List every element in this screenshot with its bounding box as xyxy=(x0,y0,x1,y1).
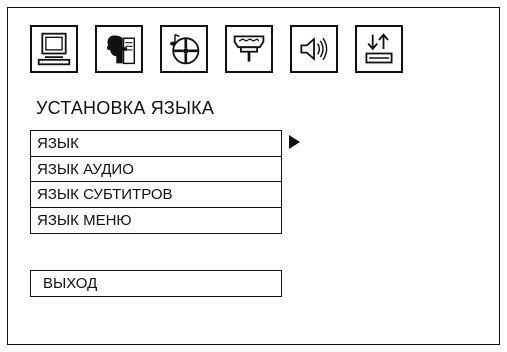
menu-item-subtitle-language[interactable]: ЯЗЫК СУБТИТРОВ xyxy=(30,181,282,208)
monitor-icon xyxy=(37,32,71,66)
preferences-icon xyxy=(365,33,393,64)
menu-item-language[interactable]: ЯЗЫК xyxy=(30,130,282,157)
selection-arrow-icon xyxy=(289,135,300,149)
tab-video[interactable] xyxy=(225,25,273,73)
tab-sound[interactable] xyxy=(290,25,338,73)
speaker-connector-icon xyxy=(233,35,265,62)
menu-item-audio-language[interactable]: ЯЗЫК АУДИО xyxy=(30,155,282,183)
language-speaker-icon xyxy=(106,35,136,65)
tab-system[interactable] xyxy=(30,25,78,73)
page-title: УСТАНОВКА ЯЗЫКА xyxy=(36,98,215,118)
language-menu: ЯЗЫК ЯЗЫК АУДИО ЯЗЫК СУБТИТРОВ ЯЗЫК МЕНЮ xyxy=(30,130,282,234)
exit-button[interactable]: ВЫХОД xyxy=(30,270,282,297)
disc-music-icon xyxy=(170,33,200,65)
tab-audio-disc[interactable] xyxy=(160,25,208,73)
volume-icon xyxy=(300,37,328,61)
tab-preferences[interactable] xyxy=(355,25,403,73)
tab-language[interactable] xyxy=(95,25,143,73)
menu-item-menu-language[interactable]: ЯЗЫК МЕНЮ xyxy=(30,206,282,234)
settings-screen: УСТАНОВКА ЯЗЫКА ЯЗЫК ЯЗЫК АУДИО ЯЗЫК СУБ… xyxy=(7,7,500,345)
